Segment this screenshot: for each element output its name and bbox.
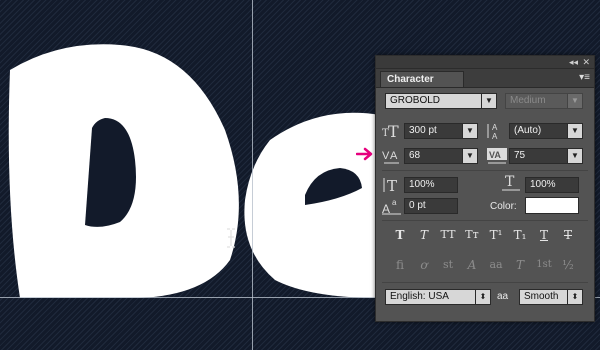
svg-text:T: T — [505, 174, 515, 190]
font-style-dropdown[interactable]: Medium ▼ — [505, 93, 583, 109]
tracking-icon: VA — [486, 147, 508, 165]
vertical-scale-icon: T — [381, 176, 403, 194]
chevron-down-icon: ▼ — [567, 124, 582, 138]
all-caps-button[interactable]: TT — [438, 227, 458, 243]
font-family-value: GROBOLD — [390, 95, 441, 106]
svg-text:A: A — [492, 132, 498, 140]
panel-menu-icon[interactable]: ▾≡ — [579, 72, 590, 83]
svg-text:V: V — [382, 150, 390, 162]
tab-character[interactable]: Character — [380, 71, 464, 87]
svg-text:A: A — [382, 202, 390, 215]
chevron-down-icon: ▼ — [481, 94, 496, 108]
svg-text:T: T — [388, 122, 399, 140]
titling-alternates-button[interactable]: aa — [486, 257, 506, 273]
leading-dropdown[interactable]: (Auto) ▼ — [509, 123, 583, 139]
baseline-shift-icon: Aa — [381, 197, 403, 215]
tracking-dropdown[interactable]: 75 ▼ — [509, 148, 583, 164]
vertical-scale-field[interactable]: 100% — [404, 177, 458, 193]
chevron-down-icon: ▼ — [567, 94, 582, 108]
faux-italic-button[interactable]: T — [414, 227, 434, 243]
panel-header-bar: ◂◂ ✕ — [376, 56, 594, 69]
close-icon[interactable]: ✕ — [582, 56, 590, 68]
highlight-arrow-icon — [356, 147, 373, 161]
baseline-shift-value: 0 pt — [409, 200, 426, 211]
strikethrough-button[interactable]: T — [558, 227, 578, 243]
swash-button[interactable]: A — [462, 257, 482, 273]
leading-icon: AA — [486, 122, 508, 140]
svg-text:A: A — [492, 123, 498, 132]
kerning-icon: VA — [381, 147, 403, 165]
underline-button[interactable]: T — [534, 227, 554, 243]
ordinals-button[interactable]: 1st — [534, 257, 554, 273]
antialias-dropdown[interactable]: Smooth ⬍ — [519, 289, 583, 305]
subscript-button[interactable]: T₁ — [510, 227, 530, 243]
svg-text:VA: VA — [489, 150, 501, 160]
chevron-down-icon: ▼ — [567, 149, 582, 163]
ligatures-button[interactable]: fi — [390, 257, 410, 273]
font-size-value: 300 pt — [409, 125, 437, 136]
chevron-down-icon: ▼ — [462, 149, 477, 163]
contextual-alternates-button[interactable]: T — [510, 257, 530, 273]
font-size-dropdown[interactable]: 300 pt ▼ — [404, 123, 478, 139]
font-family-dropdown[interactable]: GROBOLD ▼ — [385, 93, 497, 109]
svg-text:T: T — [387, 177, 397, 194]
small-caps-button[interactable]: Tᴛ — [462, 227, 482, 243]
color-label: Color: — [490, 201, 517, 212]
horizontal-scale-value: 100% — [530, 179, 556, 190]
svg-text:A: A — [390, 150, 398, 162]
kerning-value: 68 — [409, 150, 421, 161]
color-swatch[interactable] — [525, 197, 579, 214]
chevron-updown-icon: ⬍ — [567, 290, 582, 304]
vertical-scale-value: 100% — [409, 179, 435, 190]
font-style-value: Medium — [510, 95, 546, 106]
kerning-dropdown[interactable]: 68 ▼ — [404, 148, 478, 164]
language-dropdown[interactable]: English: USA ⬍ — [385, 289, 491, 305]
collapse-icon[interactable]: ◂◂ — [569, 56, 578, 68]
baseline-shift-field[interactable]: 0 pt — [404, 198, 458, 214]
divider — [382, 220, 588, 221]
faux-bold-button[interactable]: T — [390, 227, 410, 243]
leading-value: (Auto) — [514, 125, 542, 136]
divider — [382, 282, 588, 283]
text-cursor-icon — [227, 228, 235, 248]
character-panel: ◂◂ ✕ Character ▾≡ GROBOLD ▼ Medium ▼ TT … — [375, 55, 595, 322]
divider — [382, 170, 588, 171]
discretionary-ligatures-button[interactable]: ơ — [414, 257, 434, 273]
svg-text:a: a — [392, 198, 397, 207]
font-size-icon: TT — [381, 122, 403, 140]
chevron-down-icon: ▼ — [462, 124, 477, 138]
language-value: English: USA — [390, 291, 449, 302]
superscript-button[interactable]: T¹ — [486, 227, 506, 243]
antialias-value: Smooth — [524, 291, 559, 302]
fractions-button[interactable]: ½ — [558, 257, 578, 273]
antialias-icon: aa — [497, 291, 509, 302]
horizontal-scale-field[interactable]: 100% — [525, 177, 579, 193]
horizontal-scale-icon: T — [500, 174, 522, 192]
tracking-value: 75 — [514, 150, 526, 161]
panel-tab-bar: Character ▾≡ — [376, 69, 594, 88]
stylistic-alternates-button[interactable]: st — [438, 257, 458, 273]
chevron-updown-icon: ⬍ — [475, 290, 490, 304]
